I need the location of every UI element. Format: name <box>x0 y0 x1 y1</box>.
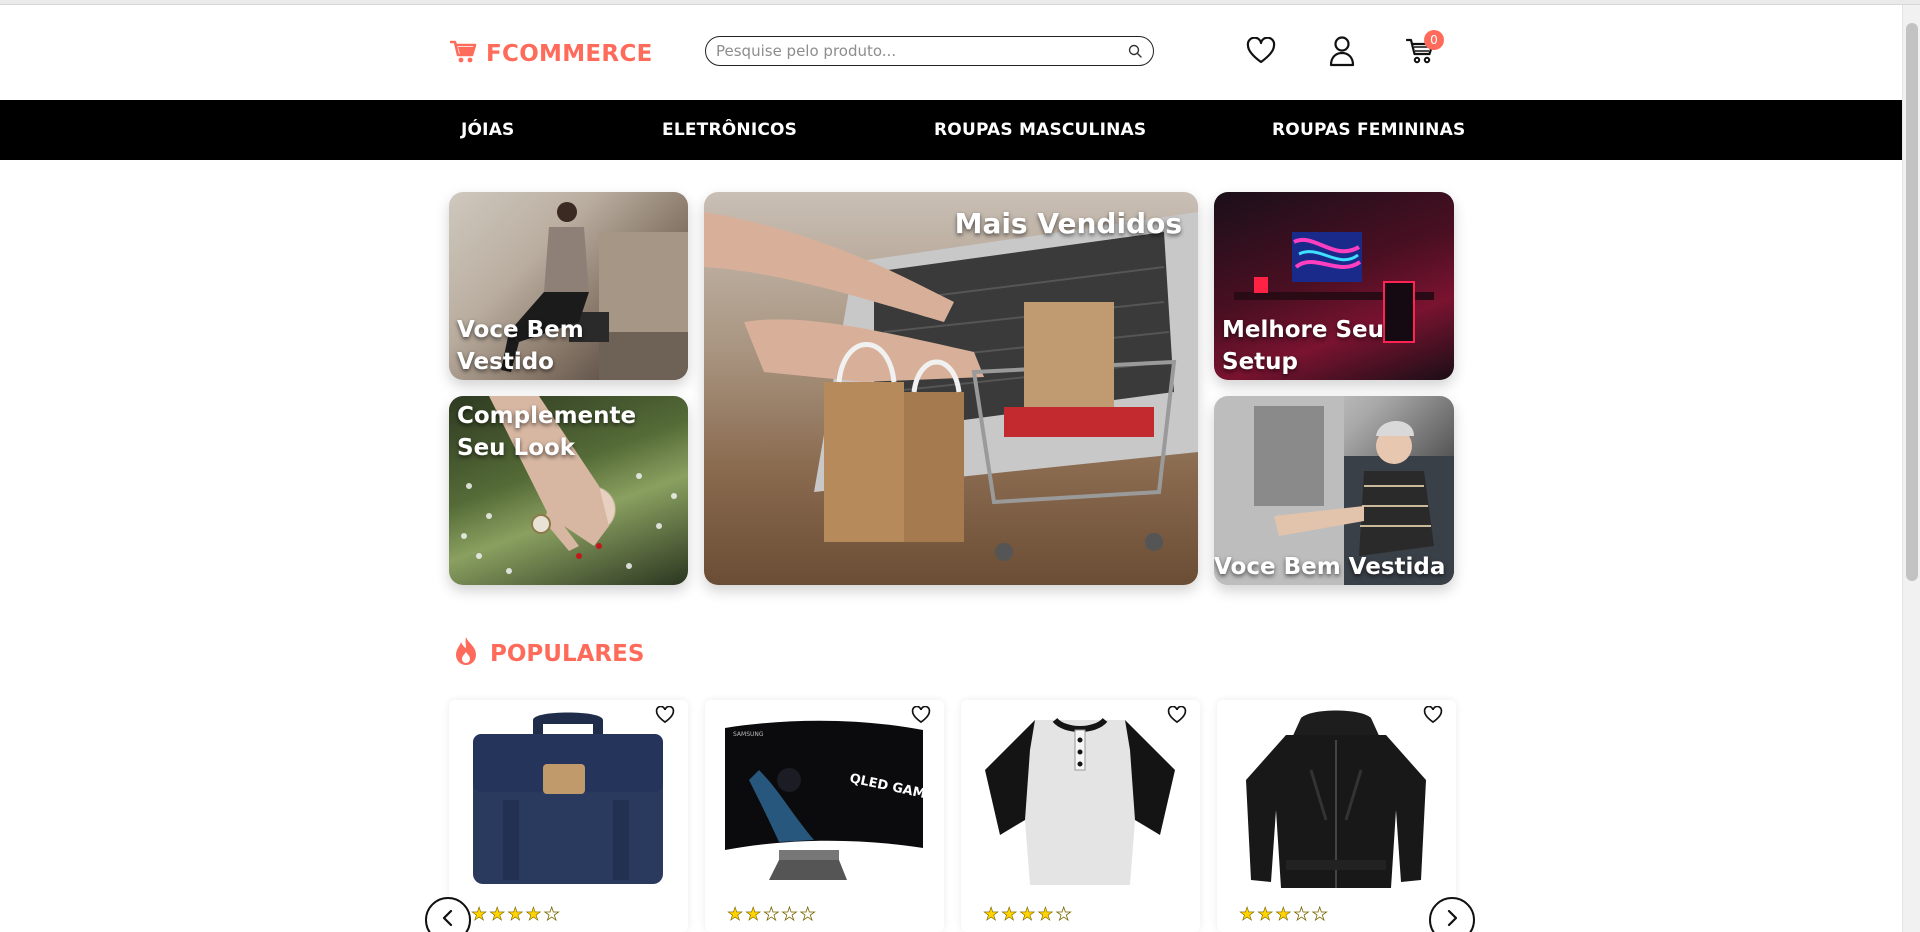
banner-voce-bem-vestida[interactable]: Voce Bem Vestida <box>1214 396 1454 585</box>
star-icon: ★ <box>983 904 1000 925</box>
star-empty-icon: ★ <box>1293 904 1310 925</box>
product-card[interactable]: ★ ★ ★ ★ ★ <box>1217 700 1456 932</box>
search-input[interactable] <box>716 42 1127 60</box>
section-title-text: POPULARES <box>490 641 645 667</box>
star-icon: ★ <box>1239 904 1256 925</box>
scrollbar-thumb[interactable] <box>1906 23 1918 581</box>
banner-mais-vendidos[interactable]: Mais Vendidos <box>704 192 1198 585</box>
heart-icon <box>1246 36 1276 69</box>
shopping-cart-photo <box>704 212 1198 561</box>
banner-melhore-seu-setup[interactable]: Melhore Seu Setup <box>1214 192 1454 380</box>
site-header: FCOMMERCE 0 <box>0 5 1902 100</box>
banner-complemente-seu-look[interactable]: Complemente Seu Look <box>449 396 688 585</box>
product-card[interactable]: ★ ★ ★ ★ ★ <box>961 700 1200 932</box>
product-image-t-shirt <box>975 710 1185 892</box>
cart-count-badge: 0 <box>1424 30 1444 50</box>
star-empty-icon: ★ <box>1055 904 1072 925</box>
search-icon[interactable] <box>1127 43 1143 59</box>
rating-stars: ★ ★ ★ ★ ★ <box>471 904 560 925</box>
rating-stars: ★ ★ ★ ★ ★ <box>983 904 1072 925</box>
chevron-right-icon <box>1445 909 1459 930</box>
search-bar <box>705 36 1154 66</box>
rating-stars: ★ ★ ★ ★ ★ <box>1239 904 1328 925</box>
nav-item-roupas-masculinas[interactable]: ROUPAS MASCULINAS <box>934 120 1146 140</box>
star-icon: ★ <box>525 904 542 925</box>
star-icon: ★ <box>1037 904 1054 925</box>
banner-label: Voce Bem Vestido <box>457 317 584 375</box>
brand-logo[interactable]: FCOMMERCE <box>449 39 653 69</box>
account-button[interactable] <box>1325 36 1359 70</box>
star-empty-icon: ★ <box>763 904 780 925</box>
star-icon: ★ <box>507 904 524 925</box>
banner-label: Mais Vendidos <box>954 207 1182 240</box>
star-icon: ★ <box>1275 904 1292 925</box>
banner-label: Complemente Seu Look <box>457 403 637 461</box>
monitor-brand: SAMSUNG <box>733 731 764 738</box>
brand-name: FCOMMERCE <box>486 41 653 67</box>
star-icon: ★ <box>1019 904 1036 925</box>
star-empty-icon: ★ <box>781 904 798 925</box>
star-icon: ★ <box>471 904 488 925</box>
banner-voce-bem-vestido[interactable]: Voce Bem Vestido <box>449 192 688 380</box>
product-image-jacket <box>1231 710 1441 892</box>
wishlist-button[interactable] <box>1244 36 1278 70</box>
product-image-backpack <box>463 710 673 892</box>
product-card[interactable]: ★ ★ ★ ★ ★ <box>449 700 688 932</box>
cart-icon <box>449 39 478 69</box>
star-icon: ★ <box>727 904 744 925</box>
product-image-monitor: SAMSUNG QLED GAMING MONITOR <box>719 710 929 892</box>
star-icon: ★ <box>489 904 506 925</box>
nav-item-eletronicos[interactable]: ELETRÔNICOS <box>662 120 797 140</box>
product-card[interactable]: SAMSUNG QLED GAMING MONITOR ★ ★ ★ ★ ★ <box>705 700 944 932</box>
fire-icon <box>452 636 480 672</box>
category-nav: JÓIAS ELETRÔNICOS ROUPAS MASCULINAS ROUP… <box>0 100 1902 160</box>
star-icon: ★ <box>1257 904 1274 925</box>
star-empty-icon: ★ <box>543 904 560 925</box>
section-title-populares: POPULARES <box>452 636 644 672</box>
rating-stars: ★ ★ ★ ★ ★ <box>727 904 816 925</box>
cart-button[interactable]: 0 <box>1404 30 1444 70</box>
nav-item-roupas-femininas[interactable]: ROUPAS FEMININAS <box>1272 120 1465 140</box>
page-scrollbar[interactable] <box>1902 5 1920 932</box>
user-icon <box>1328 35 1356 71</box>
chevron-left-icon <box>441 909 455 930</box>
banner-label: Voce Bem Vestida <box>1214 554 1446 580</box>
star-empty-icon: ★ <box>1311 904 1328 925</box>
nav-item-joias[interactable]: JÓIAS <box>461 120 515 140</box>
star-empty-icon: ★ <box>799 904 816 925</box>
banner-label: Melhore Seu Setup <box>1222 317 1385 375</box>
carousel-next-button[interactable] <box>1429 897 1475 932</box>
star-icon: ★ <box>1001 904 1018 925</box>
star-icon: ★ <box>745 904 762 925</box>
